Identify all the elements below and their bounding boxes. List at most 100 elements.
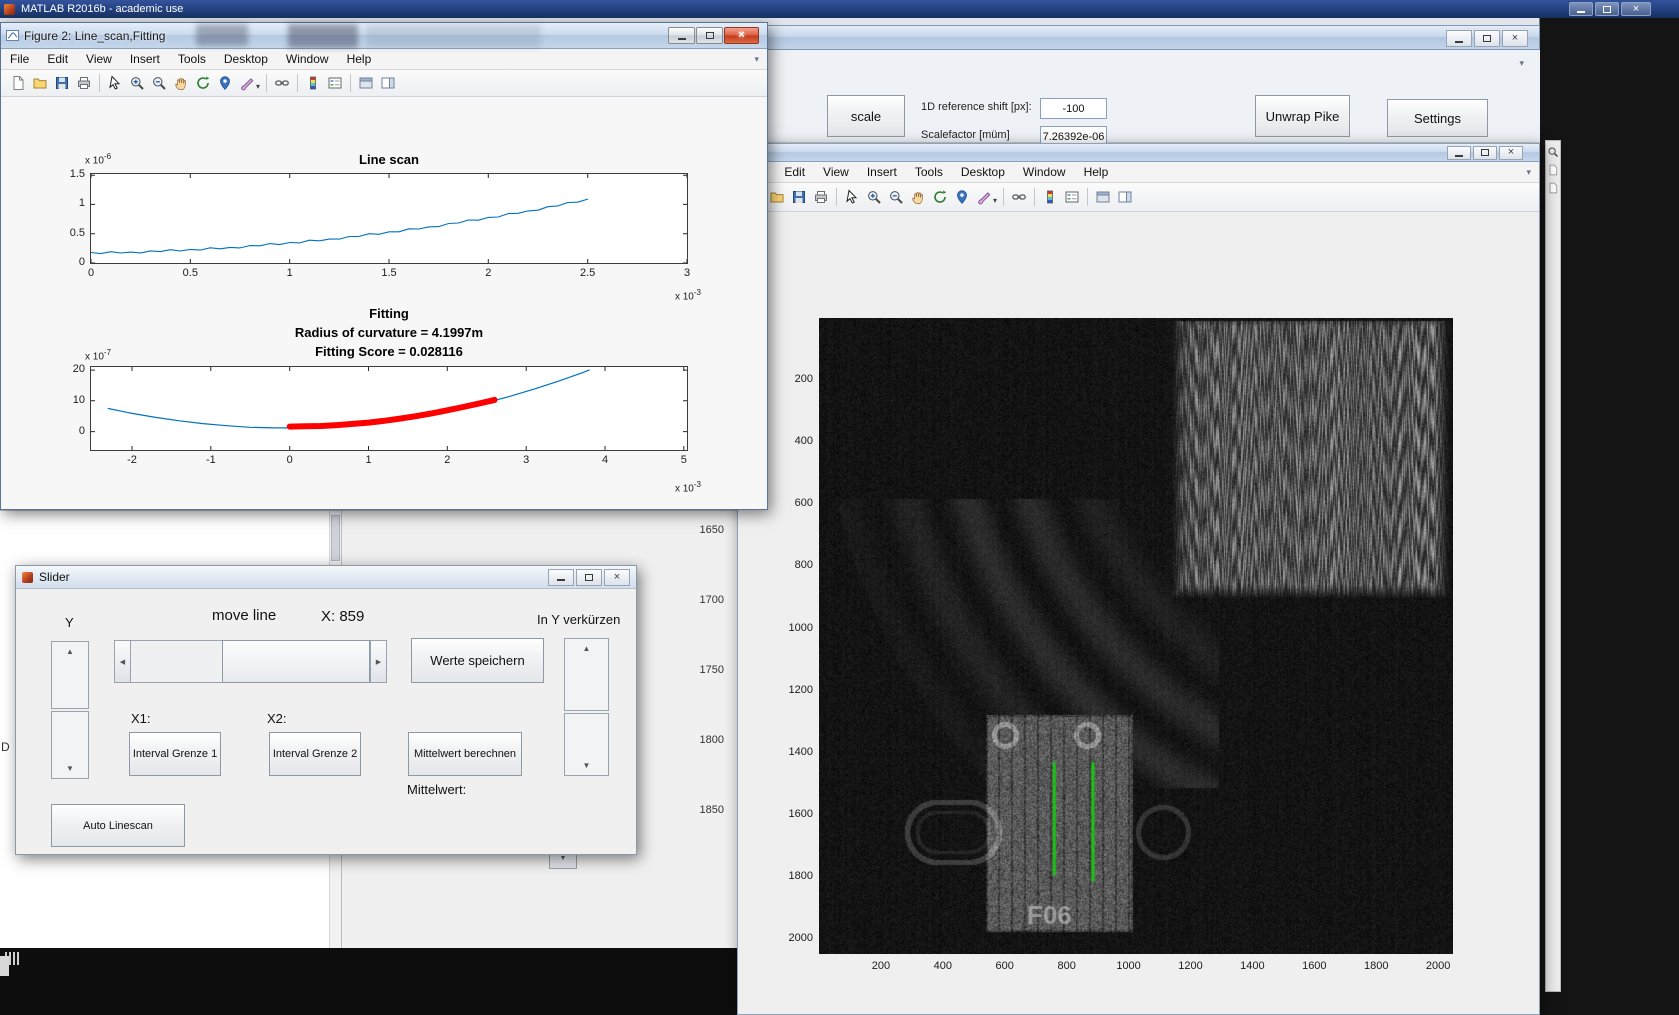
menu-item-edit[interactable]: Edit [775,163,814,181]
zoom-out-icon[interactable] [885,187,907,207]
save-figure-icon[interactable] [788,187,810,207]
link-plots-icon[interactable] [1008,187,1030,207]
menu-item-window[interactable]: Window [277,50,338,68]
shorten-scroll-down[interactable]: ▼ [564,713,609,776]
ref-shift-input[interactable] [1040,98,1107,119]
settings-button[interactable]: Settings [1387,99,1488,137]
new-figure-icon[interactable] [7,73,29,93]
menu-item-window[interactable]: Window [1014,163,1075,181]
menu-overflow-icon[interactable]: ▾ [1526,167,1539,178]
data-cursor-icon[interactable] [951,187,973,207]
move-line-slider[interactable]: ◀ ▶ [114,640,387,683]
document-icon[interactable] [1545,179,1561,197]
toolstrip-collapse-icon[interactable]: ▾ [1519,58,1524,69]
maximize-button[interactable] [1473,145,1497,160]
pan-icon[interactable] [907,187,929,207]
close-button[interactable]: × [1499,145,1523,160]
close-button[interactable]: × [724,27,759,44]
close-button[interactable]: × [604,568,630,586]
minimize-button[interactable] [548,568,574,586]
minimize-button[interactable] [1569,2,1593,16]
menu-item-desktop[interactable]: Desktop [952,163,1014,181]
figure-window-right[interactable]: d × FileEditViewInsertToolsDesktopWindow… [737,143,1540,1015]
minimize-button[interactable] [668,27,695,44]
show-plot-tools-icon[interactable] [377,73,399,93]
menu-item-desktop[interactable]: Desktop [215,50,277,68]
insert-colorbar-icon[interactable] [1039,187,1061,207]
open-file-icon[interactable] [29,73,51,93]
interval-limit2-button[interactable]: Interval Grenze 2 [269,732,361,776]
slider-left-arrow[interactable]: ◀ [114,640,131,683]
slider-dialog-title: Slider [39,570,70,584]
data-cursor-icon[interactable] [214,73,236,93]
zoom-in-icon[interactable] [863,187,885,207]
pan-icon[interactable] [170,73,192,93]
maximize-button[interactable] [576,568,602,586]
edit-cursor-icon[interactable] [841,187,863,207]
edit-cursor-icon[interactable] [104,73,126,93]
menu-item-file[interactable]: File [1,50,38,68]
menu-overflow-icon[interactable]: ▾ [754,54,767,65]
interval-limit1-button[interactable]: Interval Grenze 1 [129,732,221,776]
hide-plot-tools-icon[interactable] [355,73,377,93]
menu-item-help[interactable]: Help [1075,163,1118,181]
zoom-in-icon[interactable] [126,73,148,93]
menu-item-help[interactable]: Help [338,50,381,68]
line-scan-plot[interactable]: 0 0.5 1 1.5 2 2.5 3 0 0.5 1 1.5 [70,168,690,279]
save-values-button[interactable]: Werte speichern [411,638,544,683]
slider-right-arrow[interactable]: ▶ [370,640,387,683]
minimized-window-stub[interactable] [0,956,9,976]
maximize-button[interactable] [1474,30,1500,47]
menu-item-insert[interactable]: Insert [858,163,906,181]
slider-thumb[interactable] [222,640,370,683]
close-button[interactable]: × [1502,30,1528,47]
maximize-button[interactable] [696,27,723,44]
brush-icon[interactable] [973,187,995,207]
save-figure-icon[interactable] [51,73,73,93]
menu-item-edit[interactable]: Edit [38,50,77,68]
fitting-plot[interactable]: -2 -1 0 1 2 3 4 5 0 10 20 [73,363,688,466]
rotate-3d-icon[interactable] [929,187,951,207]
brush-dropdown-caret[interactable]: ▾ [993,196,997,205]
y-scroll-up[interactable]: ▲ [51,641,89,709]
restore-button[interactable] [1595,2,1619,16]
insert-colorbar-icon[interactable] [302,73,324,93]
brush-dropdown-caret[interactable]: ▾ [256,82,260,91]
minimize-button[interactable] [1446,30,1472,47]
menu-item-view[interactable]: View [77,50,121,68]
show-plot-tools-icon[interactable] [1114,187,1136,207]
auto-linescan-button[interactable]: Auto Linescan [51,804,185,847]
rotate-3d-icon[interactable] [192,73,214,93]
unwrap-pike-button[interactable]: Unwrap Pike [1255,95,1350,137]
document-icon[interactable] [1545,161,1561,179]
scrollbar-thumb[interactable] [331,515,340,561]
open-file-icon[interactable] [766,187,788,207]
y-scroll-down[interactable]: ▼ [51,711,89,779]
brush-icon[interactable] [236,73,258,93]
insert-legend-icon[interactable] [1061,187,1083,207]
insert-legend-icon[interactable] [324,73,346,93]
magnifier-icon[interactable] [1545,143,1561,161]
hide-plot-tools-icon[interactable] [1092,187,1114,207]
shorten-scroll-up[interactable]: ▲ [564,638,609,711]
figure-right-titlebar[interactable]: d × [738,144,1539,162]
compute-mean-button[interactable]: Mittelwert berechnen [408,732,522,776]
menu-item-tools[interactable]: Tools [906,163,952,181]
phase-image-axes[interactable]: 200 400 600 800 1000 1200 1400 1600 1800 2000 200 4… [789,318,1453,972]
menu-item-tools[interactable]: Tools [169,50,215,68]
slider-dialog[interactable]: Slider × Y move line X: 859 In Y verkürz… [15,565,637,855]
scale-button[interactable]: scale [827,95,905,137]
print-figure-icon[interactable] [810,187,832,207]
minimize-button[interactable] [1447,145,1471,160]
phase-image-canvas[interactable] [819,318,1453,954]
matlab-main-titlebar[interactable]: MATLAB R2016b - academic use × [0,0,1679,18]
slider-titlebar[interactable]: Slider × [16,566,636,589]
link-plots-icon[interactable] [271,73,293,93]
close-button[interactable]: × [1621,2,1651,16]
menu-item-insert[interactable]: Insert [121,50,169,68]
figure2-window[interactable]: Figure 2: Line_scan,Fitting × File Edit Vi… [0,22,768,510]
figure2-titlebar[interactable]: Figure 2: Line_scan,Fitting × [1,23,767,49]
menu-item-view[interactable]: View [814,163,858,181]
print-figure-icon[interactable] [73,73,95,93]
zoom-out-icon[interactable] [148,73,170,93]
